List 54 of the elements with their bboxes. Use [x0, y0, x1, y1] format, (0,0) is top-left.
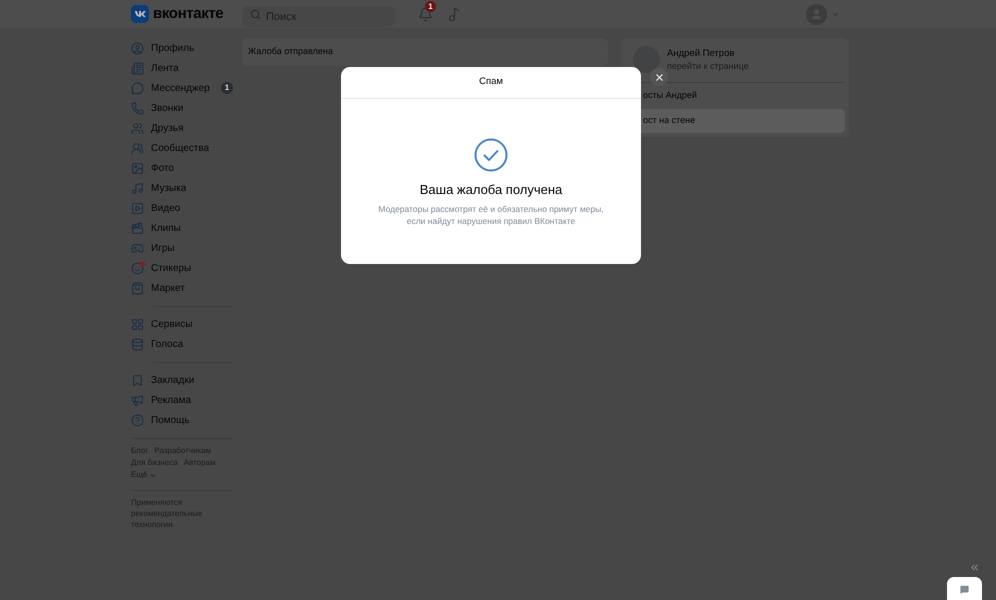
- chevron-icon: [149, 472, 156, 478]
- stack-icon: [131, 338, 144, 350]
- bookmark-icon: [131, 374, 144, 386]
- sidebar-item[interactable]: Стикеры: [131, 258, 233, 278]
- newspaper-icon: [131, 62, 144, 74]
- user-circle-icon: [131, 42, 144, 54]
- notification-badge: 1: [425, 1, 436, 12]
- sidebar-item[interactable]: Фото: [131, 158, 233, 178]
- sidebar-item[interactable]: Музыка: [131, 178, 233, 198]
- modal-title: Спам: [479, 75, 503, 90]
- logo-icon: [131, 5, 149, 23]
- sidebar-item[interactable]: Видео: [131, 198, 233, 218]
- logo-text[interactable]: вконтакте: [153, 2, 224, 26]
- bag-icon: [131, 282, 144, 294]
- profile-name[interactable]: Андрей Петров: [667, 46, 749, 60]
- music-icon[interactable]: [447, 6, 462, 22]
- notifications-button[interactable]: 1: [415, 4, 435, 24]
- modal-message: Модераторы рассмотрят её и обязательно примут меры, если найдут нарушения правил ВКонтакте: [377, 202, 605, 226]
- sidebar-item[interactable]: Клипы: [131, 218, 233, 238]
- notice-text: Жалоба отправлена: [248, 45, 333, 58]
- modal-heading: Ваша жалоба получена: [420, 181, 562, 199]
- sidebar-item[interactable]: Звонки: [131, 98, 233, 118]
- people-icon: [131, 122, 144, 134]
- sidebar-item[interactable]: Маркет: [131, 278, 233, 298]
- gamepad-icon: [131, 242, 144, 254]
- group-icon: [131, 142, 144, 154]
- avatar-placeholder: [633, 46, 660, 73]
- collapse-icon[interactable]: [969, 562, 980, 573]
- count-badge: 1: [221, 82, 233, 94]
- check-circle-icon: [474, 138, 508, 172]
- image-icon: [131, 162, 144, 174]
- chat-bubble-icon: [131, 82, 144, 94]
- sidebar-item[interactable]: Сервисы: [131, 314, 233, 334]
- help-icon: [131, 414, 144, 426]
- play-square-icon: [131, 202, 144, 214]
- clapperboard-icon: [131, 222, 144, 234]
- sidebar-item[interactable]: Игры: [131, 238, 233, 258]
- music-note-icon: [131, 182, 144, 194]
- sidebar-item[interactable]: Помощь: [131, 410, 233, 430]
- sidebar-item[interactable]: Мессенджер 1: [131, 78, 233, 98]
- sidebar-item[interactable]: Друзья: [131, 118, 233, 138]
- smiley-icon: [131, 262, 144, 274]
- sidebar-item[interactable]: Сообщества: [131, 138, 233, 158]
- sidebar-item[interactable]: Реклама: [131, 390, 233, 410]
- sidebar-item[interactable]: Голоса: [131, 334, 233, 354]
- megaphone-icon: [131, 394, 144, 406]
- grid-icon: [131, 318, 144, 330]
- sidebar-item[interactable]: Лента: [131, 58, 233, 78]
- sidebar-item[interactable]: Закладки: [131, 370, 233, 390]
- phone-icon: [131, 102, 144, 114]
- chat-bubble-icon: [960, 584, 969, 594]
- close-icon: [654, 72, 664, 82]
- chat-button[interactable]: [947, 577, 982, 600]
- sidebar-item[interactable]: Профиль: [131, 38, 233, 58]
